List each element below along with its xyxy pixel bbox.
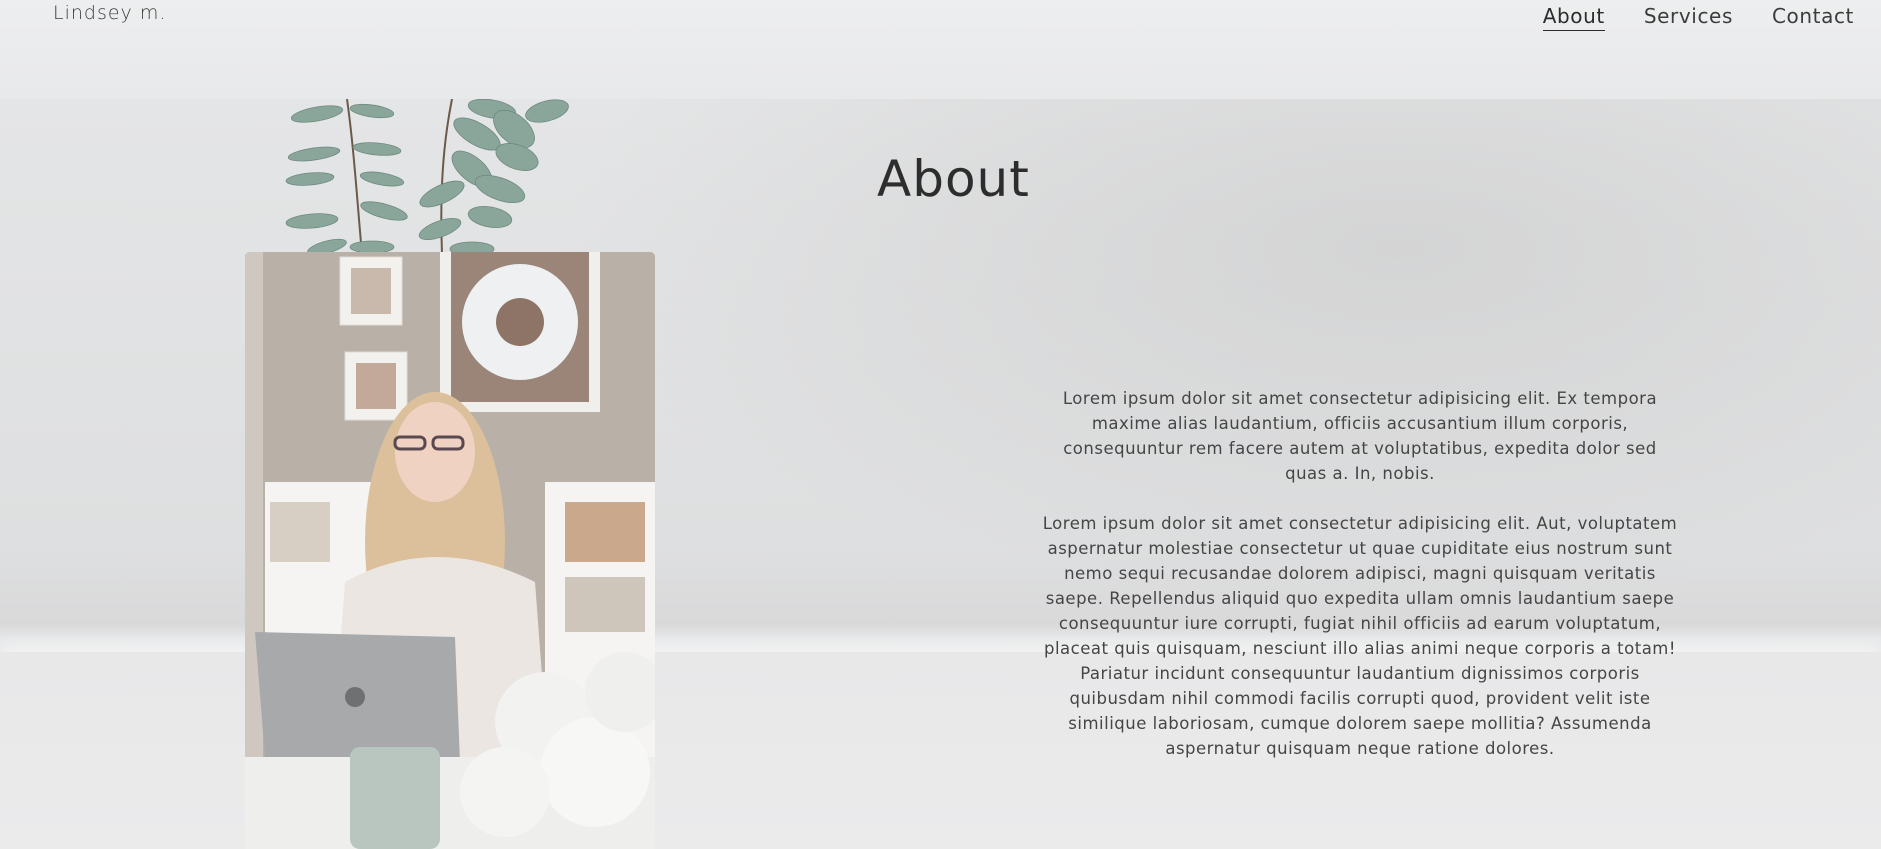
about-paragraph: Lorem ipsum dolor sit amet consectetur a… — [1062, 389, 1658, 483]
site-header: Lindsey m. About Services Contact — [0, 0, 1881, 99]
brand-logo[interactable]: Lindsey m. — [53, 2, 166, 24]
nav-link-contact[interactable]: Contact — [1772, 4, 1854, 31]
portrait-photo-icon — [245, 252, 655, 849]
portrait-photo — [245, 252, 655, 849]
eucalyptus-plant-icon — [285, 99, 569, 254]
nav-link-services[interactable]: Services — [1644, 4, 1733, 31]
main-nav: About Services Contact — [1504, 4, 1854, 31]
about-paragraph: Lorem ipsum dolor sit amet consectetur a… — [1042, 514, 1678, 758]
about-text: Lorem ipsum dolor sit amet consectetur a… — [1040, 386, 1680, 786]
page-title: About — [877, 150, 1030, 208]
nav-link-about[interactable]: About — [1542, 4, 1605, 31]
